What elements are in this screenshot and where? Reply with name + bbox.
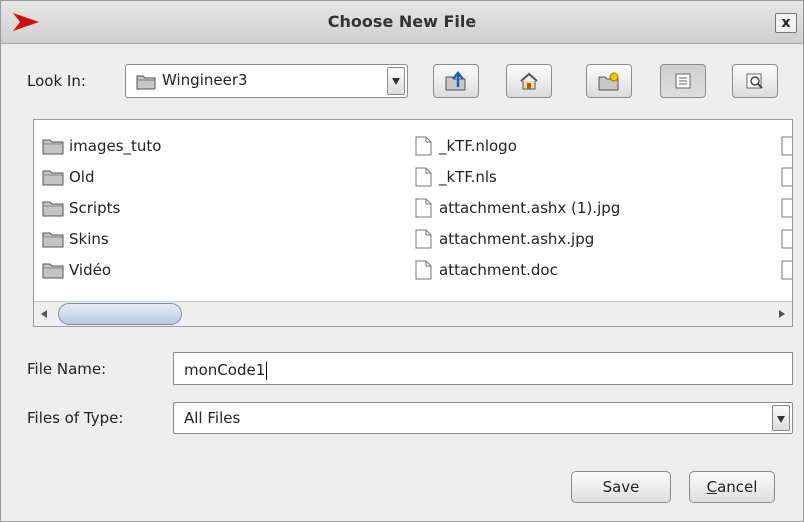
folder-icon [42,201,64,216]
folder-name: images_tuto [69,136,162,155]
folder-icon [42,232,64,247]
list-item-file[interactable]: _kTF.nls [412,161,620,192]
file-icon [781,229,792,248]
files-column: _kTF.nlogo _kTF.nls attachment.ashx (1).… [412,130,620,285]
look-in-combo[interactable]: Wingineer3 [125,64,408,98]
file-icon [415,260,432,279]
list-item-file[interactable] [778,130,792,161]
choose-file-dialog: Choose New File x Look In: Wingineer3 im… [0,0,804,522]
list-item-folder[interactable]: images_tuto [42,130,161,161]
new-folder-button[interactable] [586,64,632,98]
save-button[interactable]: Save [571,471,671,503]
list-item-file[interactable] [778,223,792,254]
close-button[interactable]: x [775,13,797,33]
file-name: _kTF.nlogo [439,136,517,155]
file-list-pane[interactable]: images_tuto Old Scripts Skins Vidéo _kTF… [33,119,793,327]
list-item-file[interactable]: attachment.ashx.jpg [412,223,620,254]
home-icon [520,72,538,90]
file-icon [415,167,432,186]
folder-name: Vidéo [69,260,112,279]
title-bar[interactable]: Choose New File x [1,1,803,44]
file-name: attachment.ashx (1).jpg [439,198,621,217]
file-name: attachment.doc [439,260,558,279]
list-item-folder[interactable]: Skins [42,223,161,254]
file-name-field[interactable]: monCode1 [173,352,793,385]
list-item-file[interactable]: _kTF.nlogo [412,130,620,161]
list-item-file[interactable] [778,161,792,192]
list-item-file[interactable]: attachment.ashx (1).jpg [412,192,620,223]
folder-name: Scripts [69,198,121,217]
horizontal-scrollbar[interactable] [34,301,792,326]
list-item-folder[interactable]: Old [42,161,161,192]
file-icon [781,167,792,186]
folder-up-icon [445,71,466,91]
file-icon [415,229,432,248]
file-icon [781,136,792,155]
chevron-down-icon[interactable] [387,67,405,95]
folder-icon [136,75,156,90]
files-of-type-label: Files of Type: [27,409,124,427]
file-name: attachment.ashx.jpg [439,229,595,248]
cancel-label-rest: ancel [717,478,758,496]
folder-icon [42,139,64,154]
folder-name: Old [69,167,95,186]
file-icon [781,260,792,279]
scrollbar-thumb[interactable] [58,303,182,325]
folders-column: images_tuto Old Scripts Skins Vidéo [42,130,161,285]
cancel-mnemonic: C [706,478,718,496]
scroll-left-icon[interactable] [39,309,49,319]
list-view-icon [675,73,691,89]
text-caret [266,361,268,380]
scroll-right-icon[interactable] [777,309,787,319]
details-view-button[interactable] [732,64,778,98]
up-one-level-button[interactable] [433,64,479,98]
chevron-down-icon[interactable] [772,405,790,431]
list-view-button[interactable] [660,64,706,98]
list-item-folder[interactable]: Vidéo [42,254,161,285]
files-of-type-value: All Files [184,409,241,427]
dialog-title: Choose New File [327,12,477,31]
next-column-peek [778,130,792,285]
look-in-value: Wingineer3 [162,71,248,89]
folder-icon [42,263,64,278]
file-icon [415,198,432,217]
file-icon [415,136,432,155]
file-icon [781,198,792,217]
folder-icon [42,170,64,185]
file-name-label: File Name: [27,360,107,378]
details-view-icon [746,73,763,89]
home-button[interactable] [506,64,552,98]
look-in-label: Look In: [27,72,86,90]
list-item-file[interactable] [778,192,792,223]
folder-name: Skins [69,229,109,248]
file-name-value: monCode1 [184,361,266,379]
list-item-file[interactable] [778,254,792,285]
new-folder-icon [598,72,619,91]
cancel-button[interactable]: Cancel [689,471,775,503]
files-of-type-combo[interactable]: All Files [173,402,793,434]
file-name: _kTF.nls [439,167,497,186]
list-item-file[interactable]: attachment.doc [412,254,620,285]
list-item-folder[interactable]: Scripts [42,192,161,223]
